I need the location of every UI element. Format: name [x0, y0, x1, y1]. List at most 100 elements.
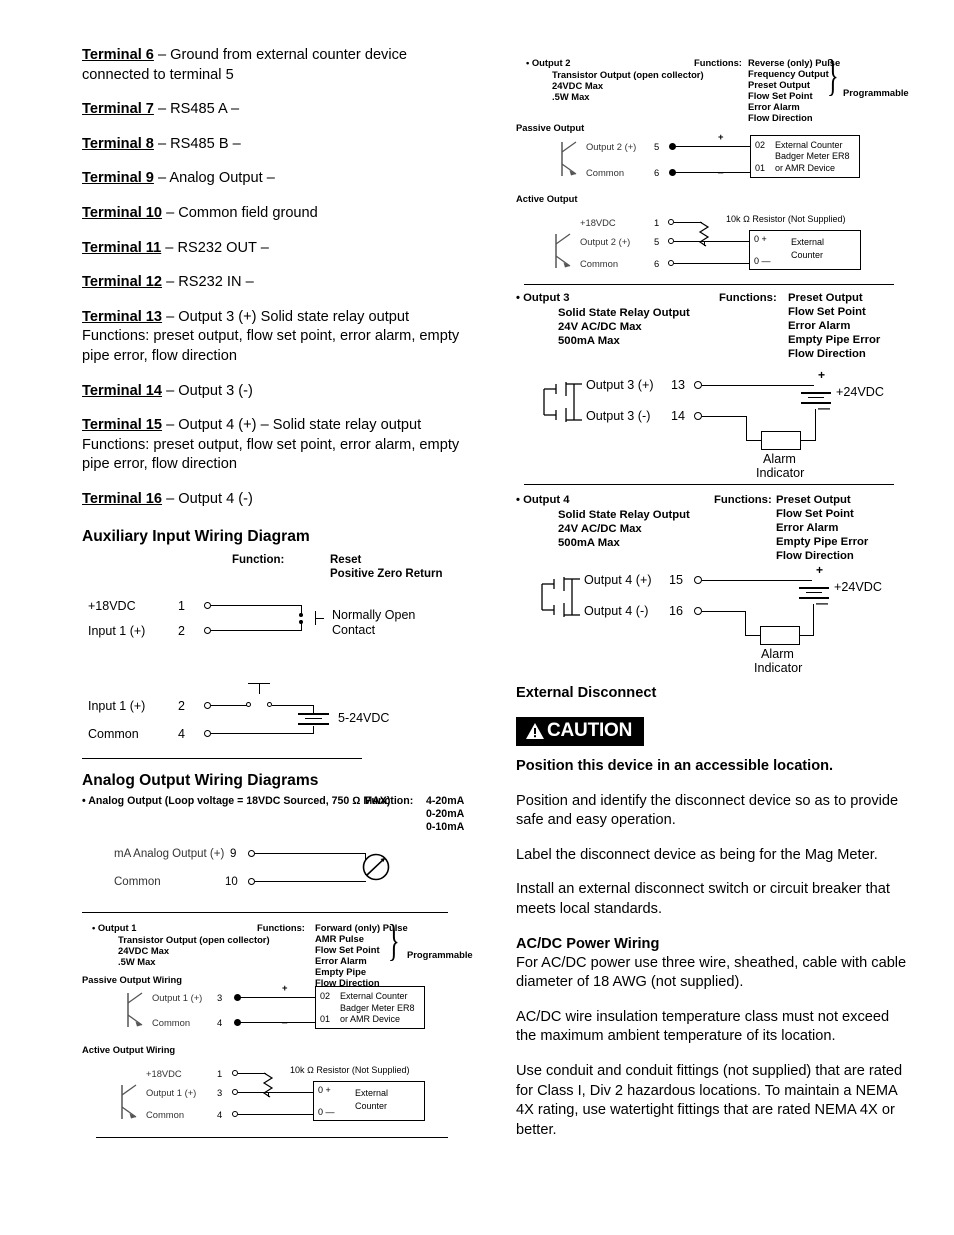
terminal-circle: [694, 607, 702, 615]
output3-row2-num: 14: [671, 409, 686, 423]
output2-active-row3-name: Common: [580, 258, 619, 269]
output3-title: • Output 3: [516, 292, 570, 304]
output2-passive-row1-num: 5: [654, 141, 660, 152]
output2-function-3: Flow Set Point: [748, 90, 813, 101]
output2-function-1: Frequency Output: [748, 68, 829, 79]
aux-contact-note-2: Contact: [332, 622, 376, 637]
output2-function-5: Flow Direction: [748, 112, 813, 123]
aux-row2-num: 2: [178, 623, 185, 638]
output4-function-label: Functions:: [714, 494, 772, 506]
output3-function-label: Functions:: [719, 292, 777, 304]
output2-passive-row2-name: Common: [586, 167, 625, 178]
terminal-circle: [204, 601, 211, 609]
output1-resistor-note: 10k Ω Resistor (Not Supplied): [290, 1064, 410, 1075]
analog-row2-name: Common: [114, 875, 161, 888]
terminal-circle: [694, 576, 702, 584]
output3-function-3: Empty Pipe Error: [788, 334, 881, 346]
output4-row1-name: Output 4 (+): [584, 573, 652, 587]
aux-input-wiring-diagram: Function: Reset Positive Zero Return +18…: [82, 550, 462, 762]
output2-passive-heading: Passive Output: [516, 122, 585, 133]
output1-active-row3-num: 4: [217, 1108, 223, 1120]
output1-passive-row1-name: Output 1 (+): [152, 991, 203, 1003]
terminal-label: Terminal 11: [82, 239, 162, 256]
terminal-circle: [694, 412, 702, 420]
terminal-desc: – Analog Output –: [153, 170, 275, 187]
terminal-desc: – Output 3 (+) Solid state relay output: [162, 308, 410, 325]
output3-wiring-diagram: • Output 3 Solid State Relay Output 24V …: [516, 292, 908, 488]
aux-row2-name: Input 1 (+): [88, 623, 146, 638]
analog-row1-num: 9: [230, 847, 237, 860]
analog-function-0: 4-20mA: [426, 794, 465, 807]
resistor-icon: [262, 1071, 274, 1097]
terminal-desc: – RS485 A –: [153, 101, 240, 118]
output1-function-3: Error Alarm: [315, 954, 367, 966]
terminal-entry: Terminal 15 – Output 4 (+) – Solid state…: [82, 416, 462, 475]
output2-spec-2: .5W Max: [552, 91, 590, 102]
output2-passive-row2-num: 6: [654, 167, 660, 178]
output1-active-row2-name: Output 1 (+): [146, 1086, 197, 1098]
output4-row2-num: 16: [669, 604, 684, 618]
output4-alarm-line1: Alarm: [761, 647, 794, 661]
analog-output-wiring-diagram: • Analog Output (Loop voltage = 18VDC So…: [82, 794, 465, 906]
resistor-icon: [698, 221, 710, 247]
meter-icon: [362, 853, 390, 880]
terminal-entry: Terminal 16 – Output 4 (-): [82, 490, 462, 510]
output2-box-line3: or AMR Device: [775, 163, 836, 173]
analog-row1-name: mA Analog Output (+): [114, 847, 225, 860]
output1-active-row2-num: 3: [217, 1086, 223, 1098]
caution-label: CAUTION: [547, 720, 633, 741]
output4-plus-sign: +: [816, 563, 824, 577]
aux-function-label: Function:: [232, 553, 285, 566]
pushbutton-icon: [259, 682, 260, 694]
output2-spec-0: Transistor Output (open collector): [552, 69, 704, 80]
output4-wiring-diagram: • Output 4 Solid State Relay Output 24V …: [516, 494, 908, 676]
output1-passive-row2-num: 4: [217, 1016, 223, 1028]
ac-dc-p1: For AC/DC power use three wire, sheathed…: [516, 954, 907, 991]
analog-function-label: Function:: [365, 794, 414, 807]
transistor-icon: [555, 233, 571, 268]
alarm-indicator-box: [761, 431, 801, 450]
output1-title: • Output 1: [92, 921, 137, 933]
terminal-entry: Terminal 9 – Analog Output –: [82, 169, 462, 189]
output2-active-row2-num: 5: [654, 236, 660, 247]
aux-supply-label: 5-24VDC: [338, 710, 390, 725]
junction-dot: [299, 619, 303, 624]
output4-function-4: Flow Direction: [776, 550, 854, 562]
terminal-circle: [248, 877, 255, 885]
transistor-icon: [561, 141, 577, 176]
aux-contact-note-1: Normally Open: [332, 607, 416, 622]
output1-ext-box-line1: External: [355, 1087, 389, 1098]
terminal-label: Terminal 6: [82, 47, 154, 63]
output4-function-3: Empty Pipe Error: [776, 536, 869, 548]
output2-passive-row1-name: Output 2 (+): [586, 141, 637, 152]
transistor-icon: [127, 991, 143, 1027]
output3-function-4: Flow Direction: [788, 348, 866, 360]
right-column: • Output 2 Transistor Output (open colle…: [516, 54, 909, 1155]
caution-badge: CAUTION: [516, 717, 645, 746]
alarm-indicator-box: [760, 626, 800, 645]
output3-row1-name: Output 3 (+): [586, 378, 654, 392]
output4-row1-num: 15: [669, 573, 684, 587]
battery-icon: [799, 587, 829, 589]
output1-wiring-diagram: • Output 1 Transistor Output (open colle…: [82, 918, 473, 1143]
output4-function-0: Preset Output: [776, 494, 851, 506]
output1-function-2: Flow Set Point: [315, 943, 380, 955]
battery-icon: [298, 712, 329, 715]
output2-programmable-label: Programmable: [843, 87, 909, 98]
output2-box-line1: External Counter: [775, 140, 843, 150]
output3-row2-name: Output 3 (-): [586, 409, 651, 423]
left-column: Terminal 6 – Ground from external counte…: [82, 46, 473, 1143]
output1-ext-box-line2: Counter: [355, 1100, 388, 1111]
output1-plus-sign: +: [282, 981, 288, 993]
output3-function-2: Error Alarm: [788, 320, 851, 332]
terminal-label: Terminal 10: [82, 204, 163, 221]
output2-function-2: Preset Output: [748, 79, 810, 90]
terminal-entry: Terminal 6 – Ground from external counte…: [82, 46, 462, 85]
output3-function-0: Preset Output: [788, 292, 863, 304]
output4-row2-name: Output 4 (-): [584, 604, 649, 618]
output3-function-1: Flow Set Point: [788, 306, 866, 318]
terminal-entry: Terminal 8 – RS485 B –: [82, 135, 462, 155]
output1-passive-heading: Passive Output Wiring: [82, 973, 182, 985]
terminal-desc: – RS485 B –: [153, 135, 241, 152]
terminal-circle: [204, 729, 211, 737]
